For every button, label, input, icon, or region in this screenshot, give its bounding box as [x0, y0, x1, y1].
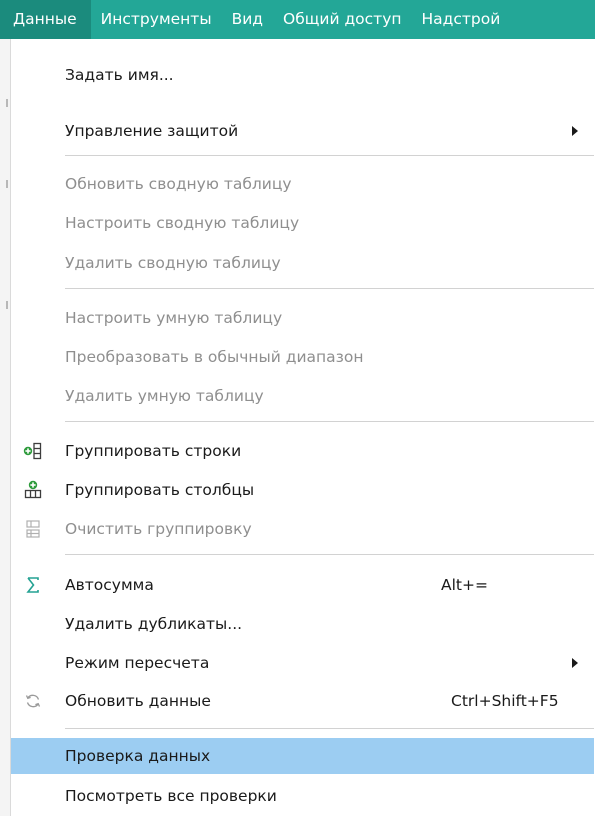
menu-item-refresh-data[interactable]: Обновить данные Ctrl+Shift+F5: [11, 683, 594, 719]
menu-item-remove-duplicates[interactable]: Удалить дубликаты...: [11, 606, 594, 642]
menu-data[interactable]: Данные: [0, 0, 91, 39]
menu-item-convert-to-range[interactable]: Преобразовать в обычный диапазон: [11, 339, 594, 375]
menu-separator: [65, 421, 594, 422]
menu-item-recalc-mode[interactable]: Режим пересчета: [11, 645, 594, 681]
menu-item-label: Обновить сводную таблицу: [65, 175, 292, 193]
menu-item-label: Преобразовать в обычный диапазон: [65, 348, 364, 366]
menu-item-refresh-pivot[interactable]: Обновить сводную таблицу: [11, 166, 594, 202]
menu-bar: Данные Инструменты Вид Общий доступ Надс…: [0, 0, 595, 39]
menu-item-label: Очистить группировку: [65, 520, 252, 538]
edge-mark: [6, 301, 8, 309]
menu-item-label: Настроить умную таблицу: [65, 309, 283, 327]
menu-separator: [65, 288, 594, 289]
menu-item-label: Автосумма: [65, 576, 154, 594]
data-dropdown-menu: Задать имя... Управление защитой Обновит…: [10, 39, 594, 816]
menu-item-view-all-validations[interactable]: Посмотреть все проверки: [11, 778, 594, 814]
menu-item-group-columns[interactable]: Группировать столбцы: [11, 472, 594, 508]
menu-item-label: Задать имя...: [65, 66, 174, 84]
menu-item-label: Обновить данные: [65, 692, 211, 710]
menu-item-label: Группировать столбцы: [65, 481, 255, 499]
spreadsheet-edge: [0, 39, 10, 816]
shortcut-label: Ctrl+Shift+F5: [451, 692, 559, 710]
menu-item-configure-pivot[interactable]: Настроить сводную таблицу: [11, 205, 594, 241]
menu-item-label: Посмотреть все проверки: [65, 787, 277, 805]
submenu-arrow-icon: [572, 658, 578, 668]
menu-item-autosum[interactable]: Автосумма Alt+=: [11, 567, 594, 603]
refresh-icon: [23, 691, 43, 711]
menu-item-label: Удалить дубликаты...: [65, 615, 243, 633]
menu-item-label: Проверка данных: [65, 747, 211, 765]
menu-item-label: Удалить умную таблицу: [65, 387, 264, 405]
menu-separator: [65, 554, 594, 555]
menu-item-label: Режим пересчета: [65, 654, 210, 672]
menu-item-label: Группировать строки: [65, 442, 242, 460]
shortcut-label: Alt+=: [441, 576, 488, 594]
menu-item-protection[interactable]: Управление защитой: [11, 113, 594, 149]
group-columns-icon: [23, 480, 43, 500]
menu-item-configure-smart-table[interactable]: Настроить умную таблицу: [11, 300, 594, 336]
sigma-icon: [23, 575, 43, 595]
group-rows-icon: [23, 441, 43, 461]
menu-item-delete-pivot[interactable]: Удалить сводную таблицу: [11, 245, 594, 281]
edge-mark: [6, 180, 8, 188]
menu-item-label: Управление защитой: [65, 122, 239, 140]
clear-grouping-icon: [23, 519, 43, 539]
menu-sharing[interactable]: Общий доступ: [273, 0, 412, 39]
menu-separator: [65, 155, 594, 156]
menu-item-delete-smart-table[interactable]: Удалить умную таблицу: [11, 378, 594, 414]
menu-separator: [65, 728, 594, 729]
menu-item-data-validation[interactable]: Проверка данных: [11, 738, 594, 774]
menu-item-label: Удалить сводную таблицу: [65, 254, 281, 272]
menu-view[interactable]: Вид: [222, 0, 273, 39]
menu-item-label: Настроить сводную таблицу: [65, 214, 300, 232]
edge-mark: [6, 99, 8, 107]
menu-item-clear-grouping[interactable]: Очистить группировку: [11, 511, 594, 547]
submenu-arrow-icon: [572, 126, 578, 136]
menu-item-group-rows[interactable]: Группировать строки: [11, 433, 594, 469]
menu-addons[interactable]: Надстрой: [412, 0, 511, 39]
menu-tools[interactable]: Инструменты: [91, 0, 222, 39]
menu-item-define-name[interactable]: Задать имя...: [11, 57, 594, 93]
